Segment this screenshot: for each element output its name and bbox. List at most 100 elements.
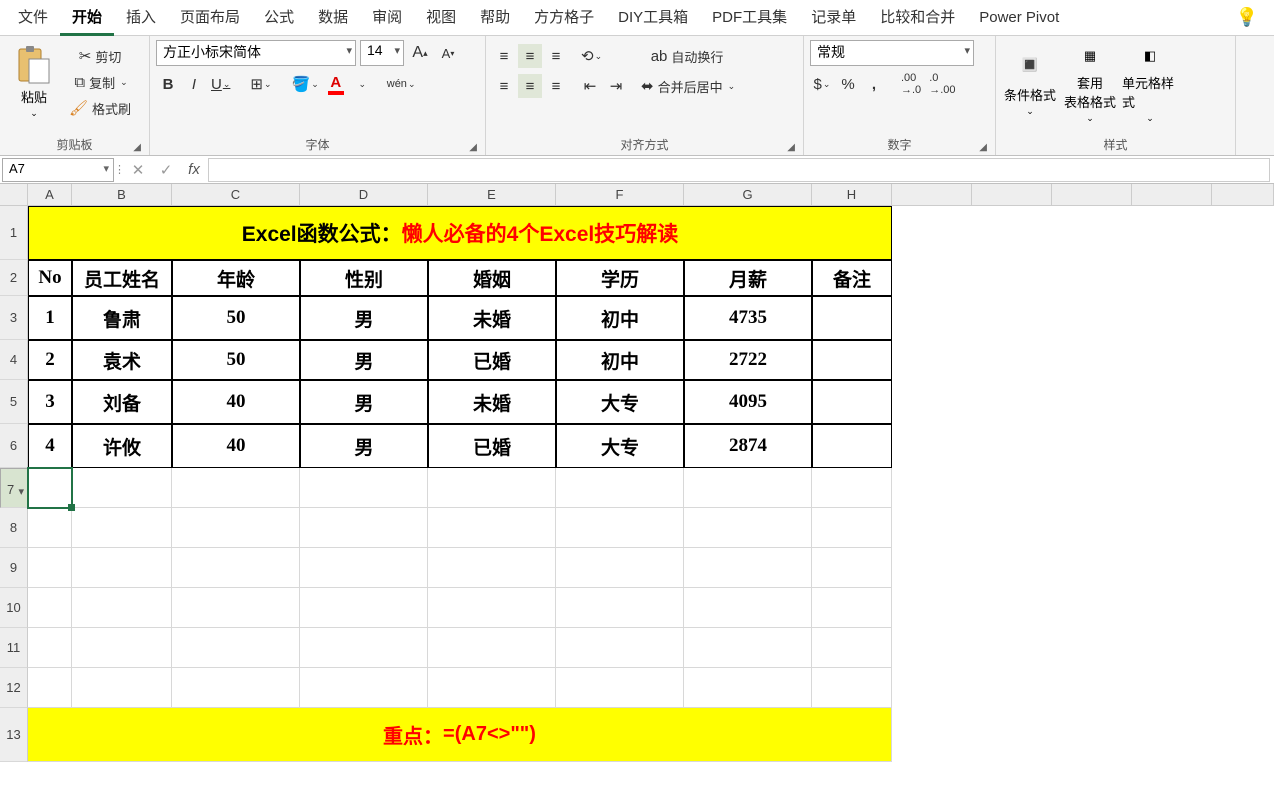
- cell-B11[interactable]: [72, 628, 172, 668]
- align-top-button[interactable]: ≡: [492, 44, 516, 68]
- cell-G2[interactable]: 月薪: [684, 260, 812, 296]
- col-head-F[interactable]: F: [556, 184, 684, 206]
- cell-A7[interactable]: [28, 468, 72, 508]
- cell-C3[interactable]: 50: [172, 296, 300, 340]
- cell-B8[interactable]: [72, 508, 172, 548]
- cell-E10[interactable]: [428, 588, 556, 628]
- cell-B10[interactable]: [72, 588, 172, 628]
- tab-PDF工具集[interactable]: PDF工具集: [700, 0, 799, 36]
- cell-E7[interactable]: [428, 468, 556, 508]
- col-head-B[interactable]: B: [72, 184, 172, 206]
- cell-G3[interactable]: 4735: [684, 296, 812, 340]
- cell-F3[interactable]: 初中: [556, 296, 684, 340]
- cell-F8[interactable]: [556, 508, 684, 548]
- merge-center-button[interactable]: ⬌合并后居中⌄: [638, 74, 738, 98]
- cell-E4[interactable]: 已婚: [428, 340, 556, 380]
- cell-H5[interactable]: [812, 380, 892, 424]
- cell-F5[interactable]: 大专: [556, 380, 684, 424]
- wrap-text-button[interactable]: ab自动换行: [638, 44, 738, 68]
- dialog-launcher-icon[interactable]: ◢: [133, 142, 141, 153]
- cell-G10[interactable]: [684, 588, 812, 628]
- font-size-select[interactable]: 14: [360, 40, 404, 66]
- increase-indent-button[interactable]: ⇥: [604, 74, 628, 98]
- cell-B5[interactable]: 刘备: [72, 380, 172, 424]
- tab-视图[interactable]: 视图: [414, 0, 468, 36]
- increase-decimal-button[interactable]: .00→.0: [898, 72, 924, 96]
- tab-数据[interactable]: 数据: [306, 0, 360, 36]
- cell-A4[interactable]: 2: [28, 340, 72, 380]
- decrease-font-button[interactable]: A▾: [436, 41, 460, 65]
- cell-E2[interactable]: 婚姻: [428, 260, 556, 296]
- cell-A11[interactable]: [28, 628, 72, 668]
- column-headers[interactable]: ABCDEFGH: [28, 184, 1274, 206]
- font-color-button[interactable]: A: [324, 72, 348, 96]
- cell-D12[interactable]: [300, 668, 428, 708]
- comma-button[interactable]: ,: [862, 72, 886, 96]
- decrease-decimal-button[interactable]: .0→.00: [926, 72, 958, 96]
- cell-A13[interactable]: 重点：=(A7<>""): [28, 708, 892, 762]
- row-headers[interactable]: 12345678910111213: [0, 206, 28, 762]
- row-head-3[interactable]: 3: [0, 296, 28, 340]
- cell-E12[interactable]: [428, 668, 556, 708]
- cell-B9[interactable]: [72, 548, 172, 588]
- tab-页面布局[interactable]: 页面布局: [168, 0, 252, 36]
- align-middle-button[interactable]: ≡: [518, 44, 542, 68]
- cell-E11[interactable]: [428, 628, 556, 668]
- spreadsheet-grid[interactable]: ABCDEFGH 12345678910111213 Excel函数公式：懒人必…: [0, 184, 1274, 812]
- dialog-launcher-icon[interactable]: ◢: [787, 142, 795, 153]
- cell-D6[interactable]: 男: [300, 424, 428, 468]
- cell-F12[interactable]: [556, 668, 684, 708]
- cell-D10[interactable]: [300, 588, 428, 628]
- cell-C11[interactable]: [172, 628, 300, 668]
- cell-D9[interactable]: [300, 548, 428, 588]
- cell-F11[interactable]: [556, 628, 684, 668]
- row-head-4[interactable]: 4: [0, 340, 28, 380]
- underline-button[interactable]: U⌄: [208, 72, 233, 96]
- row-head-5[interactable]: 5: [0, 380, 28, 424]
- number-format-select[interactable]: 常规: [810, 40, 974, 66]
- col-head-H[interactable]: H: [812, 184, 892, 206]
- cell-F10[interactable]: [556, 588, 684, 628]
- cell-F7[interactable]: [556, 468, 684, 508]
- dialog-launcher-icon[interactable]: ◢: [469, 142, 477, 153]
- help-bulb-icon[interactable]: 💡: [1236, 7, 1268, 28]
- row-head-13[interactable]: 13: [0, 708, 28, 762]
- row-head-2[interactable]: 2: [0, 260, 28, 296]
- cell-H4[interactable]: [812, 340, 892, 380]
- percent-button[interactable]: %: [836, 72, 860, 96]
- cell-G7[interactable]: [684, 468, 812, 508]
- cell-H9[interactable]: [812, 548, 892, 588]
- cell-D4[interactable]: 男: [300, 340, 428, 380]
- tab-Power Pivot[interactable]: Power Pivot: [967, 0, 1071, 36]
- cell-G4[interactable]: 2722: [684, 340, 812, 380]
- cell-A1[interactable]: Excel函数公式：懒人必备的4个Excel技巧解读: [28, 206, 892, 260]
- cell-B7[interactable]: [72, 468, 172, 508]
- orientation-button[interactable]: ⟲⌄: [578, 44, 605, 68]
- tab-DIY工具箱[interactable]: DIY工具箱: [606, 0, 700, 36]
- cell-D5[interactable]: 男: [300, 380, 428, 424]
- paste-button[interactable]: 粘贴 ⌄: [6, 40, 62, 124]
- cell-H6[interactable]: [812, 424, 892, 468]
- phonetic-button[interactable]: wén⌄: [384, 72, 419, 96]
- cell-H3[interactable]: [812, 296, 892, 340]
- cut-button[interactable]: ✂剪切: [66, 44, 136, 68]
- cell-B6[interactable]: 许攸: [72, 424, 172, 468]
- tab-方方格子[interactable]: 方方格子: [522, 0, 606, 36]
- cell-H8[interactable]: [812, 508, 892, 548]
- cell-H11[interactable]: [812, 628, 892, 668]
- tab-比较和合并[interactable]: 比较和合并: [868, 0, 967, 36]
- format-painter-button[interactable]: 🖌格式刷: [66, 96, 136, 120]
- cell-F6[interactable]: 大专: [556, 424, 684, 468]
- tab-帮助[interactable]: 帮助: [468, 0, 522, 36]
- cell-E9[interactable]: [428, 548, 556, 588]
- cell-G8[interactable]: [684, 508, 812, 548]
- cell-H2[interactable]: 备注: [812, 260, 892, 296]
- col-head-D[interactable]: D: [300, 184, 428, 206]
- accounting-format-button[interactable]: $⌄: [810, 72, 834, 96]
- tab-审阅[interactable]: 审阅: [360, 0, 414, 36]
- conditional-format-button[interactable]: 🔳 条件格式⌄: [1002, 40, 1058, 124]
- cell-G5[interactable]: 4095: [684, 380, 812, 424]
- cell-E5[interactable]: 未婚: [428, 380, 556, 424]
- cell-D3[interactable]: 男: [300, 296, 428, 340]
- cell-E8[interactable]: [428, 508, 556, 548]
